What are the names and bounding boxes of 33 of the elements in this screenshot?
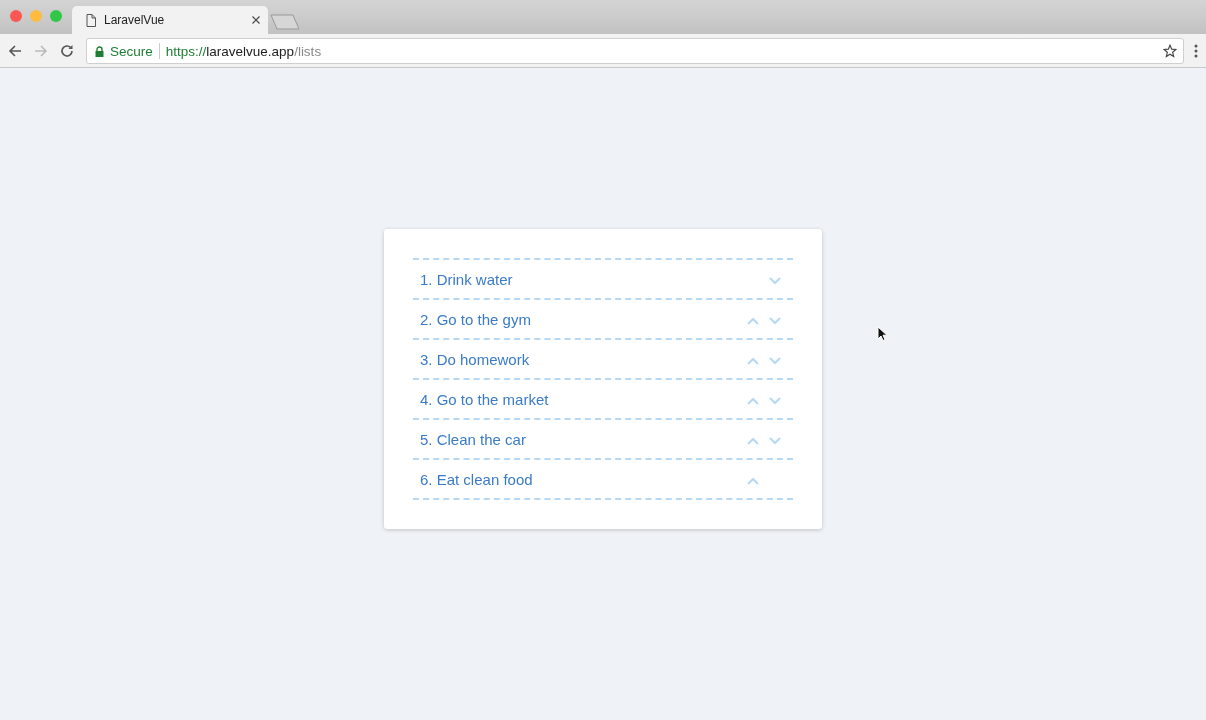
secure-label: Secure: [110, 43, 153, 59]
browser-tab[interactable]: LaravelVue: [72, 6, 268, 34]
list-item-text: 1. Drink water: [420, 270, 514, 288]
list-item-text: 4. Go to the market: [420, 390, 550, 408]
move-up-icon[interactable]: [747, 357, 759, 365]
document-icon: [86, 13, 96, 27]
move-down-icon[interactable]: [769, 277, 781, 285]
move-up-icon[interactable]: [747, 317, 759, 325]
lock-icon: [95, 45, 104, 57]
list-item-text: 2. Go to the gym: [420, 310, 532, 328]
close-window-button[interactable]: [10, 10, 22, 22]
address-bar[interactable]: Secure https://laravelvue.app/lists: [86, 38, 1184, 64]
list-item-text: 3. Do homework: [420, 350, 531, 368]
move-down-icon[interactable]: [769, 317, 781, 325]
back-icon[interactable]: [8, 44, 22, 58]
menu-icon[interactable]: [1194, 44, 1198, 58]
star-icon[interactable]: [1163, 44, 1177, 58]
url-text: https://laravelvue.app/lists: [165, 43, 323, 59]
reload-icon[interactable]: [60, 44, 74, 58]
minimize-window-button[interactable]: [30, 10, 42, 22]
list-item-text: 6. Eat clean food: [420, 470, 534, 488]
mouse-pointer-icon: [877, 326, 887, 341]
move-down-icon[interactable]: [769, 357, 781, 365]
move-down-icon[interactable]: [769, 397, 781, 405]
move-down-icon[interactable]: [769, 437, 781, 445]
list-item-text: 5. Clean the car: [420, 430, 527, 448]
close-icon[interactable]: [252, 16, 260, 24]
forward-icon[interactable]: [34, 44, 48, 58]
new-tab-button[interactable]: [270, 14, 300, 30]
move-up-icon[interactable]: [747, 477, 759, 485]
zoom-window-button[interactable]: [50, 10, 62, 22]
move-up-icon[interactable]: [747, 397, 759, 405]
move-up-icon[interactable]: [747, 437, 759, 445]
